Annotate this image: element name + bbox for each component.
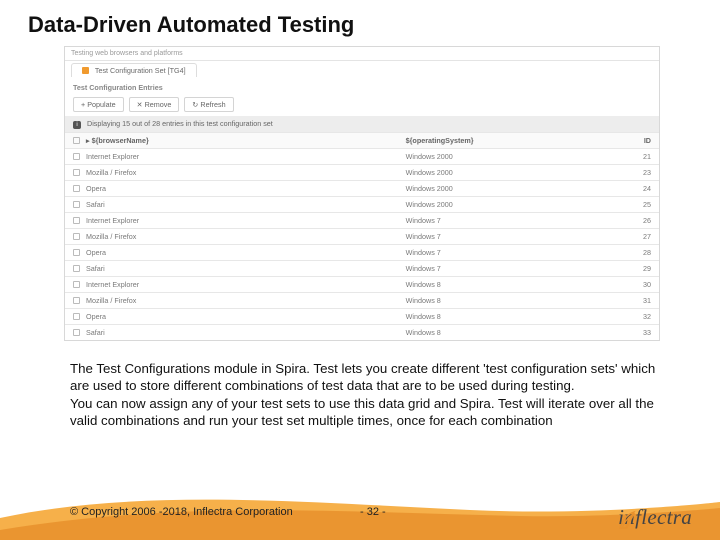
tab-test-config-set[interactable]: Test Configuration Set [TG4] [71,63,197,77]
checkbox[interactable] [73,233,80,240]
checkbox[interactable] [73,281,80,288]
refresh-button[interactable]: ↻ Refresh [184,97,233,112]
app-screenshot: Testing web browsers and platforms Test … [64,46,660,341]
checkbox[interactable] [73,297,80,304]
table-row[interactable]: Mozilla / FirefoxWindows 727 [65,229,659,245]
footer: © Copyright 2006 -2018, Inflectra Corpor… [0,478,720,540]
copyright: © Copyright 2006 -2018, Inflectra Corpor… [70,506,293,518]
page-number: - 32 - [360,506,386,518]
info-row: i Displaying 15 out of 28 entries in thi… [65,116,659,132]
paragraph-1: The Test Configurations module in Spira.… [70,360,660,395]
paragraph-2: You can now assign any of your test sets… [70,395,660,430]
breadcrumb: Testing web browsers and platforms [65,47,659,61]
checkbox[interactable] [73,265,80,272]
config-table: ▸ ${browserName} ${operatingSystem} ID I… [65,132,659,340]
page-title: Data-Driven Automated Testing [28,12,354,38]
checkbox[interactable] [73,201,80,208]
logo: inflectra [618,505,698,530]
table-row[interactable]: OperaWindows 728 [65,245,659,261]
checkbox[interactable] [73,249,80,256]
tab-icon [82,67,89,74]
checkbox[interactable] [73,185,80,192]
section-heading: Test Configuration Entries [65,77,659,95]
table-row[interactable]: OperaWindows 832 [65,309,659,325]
col-browser[interactable]: ▸ ${browserName} [65,133,398,149]
checkbox-all[interactable] [73,137,80,144]
tab-bar: Test Configuration Set [TG4] [65,61,659,77]
info-icon: i [73,121,81,129]
checkbox[interactable] [73,153,80,160]
table-row[interactable]: Internet ExplorerWindows 830 [65,277,659,293]
body-text: The Test Configurations module in Spira.… [70,360,660,429]
info-text: Displaying 15 out of 28 entries in this … [87,119,273,128]
table-row[interactable]: Mozilla / FirefoxWindows 831 [65,293,659,309]
col-os[interactable]: ${operatingSystem} [398,133,600,149]
tab-label: Test Configuration Set [TG4] [95,66,186,75]
table-row[interactable]: Internet ExplorerWindows 200021 [65,149,659,165]
table-row[interactable]: OperaWindows 200024 [65,181,659,197]
table-row[interactable]: Internet ExplorerWindows 726 [65,213,659,229]
toolbar: + Populate ✕ Remove ↻ Refresh [65,95,659,116]
col-id[interactable]: ID [600,133,659,149]
table-row[interactable]: SafariWindows 833 [65,325,659,341]
table-row[interactable]: SafariWindows 729 [65,261,659,277]
checkbox[interactable] [73,329,80,336]
table-row[interactable]: SafariWindows 200025 [65,197,659,213]
checkbox[interactable] [73,169,80,176]
populate-button[interactable]: + Populate [73,97,124,112]
remove-button[interactable]: ✕ Remove [129,97,180,112]
checkbox[interactable] [73,313,80,320]
table-row[interactable]: Mozilla / FirefoxWindows 200023 [65,165,659,181]
checkbox[interactable] [73,217,80,224]
